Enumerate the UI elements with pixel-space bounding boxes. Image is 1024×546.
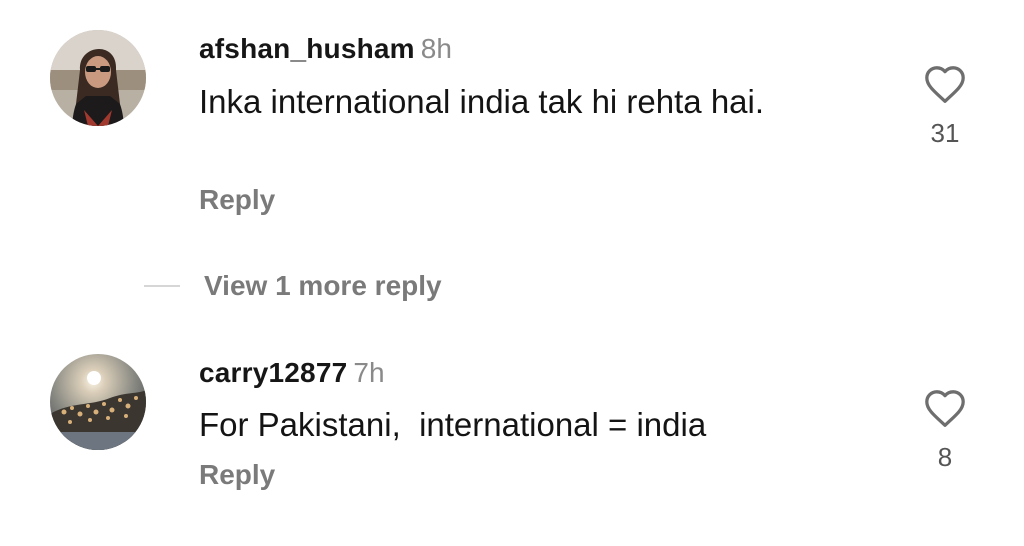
profile-photo-woman-icon xyxy=(50,30,146,126)
profile-photo-sunset-blossom-icon xyxy=(50,354,146,450)
avatar[interactable] xyxy=(50,30,146,126)
username[interactable]: carry12877 xyxy=(199,357,347,388)
reply-button[interactable]: Reply xyxy=(199,183,275,217)
like-count: 31 xyxy=(930,118,960,148)
comment-text: For Pakistani, international = india xyxy=(199,406,707,443)
timestamp: 7h xyxy=(353,357,385,388)
avatar[interactable] xyxy=(50,354,146,450)
comment-header: afshan_husham 8h xyxy=(199,32,452,66)
reply-button[interactable]: Reply xyxy=(199,458,275,492)
timestamp: 8h xyxy=(420,33,452,64)
username[interactable]: afshan_husham xyxy=(199,33,415,64)
comment-text: Inka international india tak hi rehta ha… xyxy=(199,83,765,120)
like-control: 31 xyxy=(916,64,974,148)
thread-divider xyxy=(144,285,180,287)
comment-header: carry12877 7h xyxy=(199,356,385,390)
like-control: 8 xyxy=(916,388,974,472)
like-count: 8 xyxy=(937,442,953,472)
view-more-replies-label: View 1 more reply xyxy=(204,270,442,301)
heart-outline-icon[interactable] xyxy=(923,388,967,428)
heart-outline-icon[interactable] xyxy=(923,64,967,104)
view-more-replies-button[interactable]: View 1 more reply xyxy=(144,266,442,306)
